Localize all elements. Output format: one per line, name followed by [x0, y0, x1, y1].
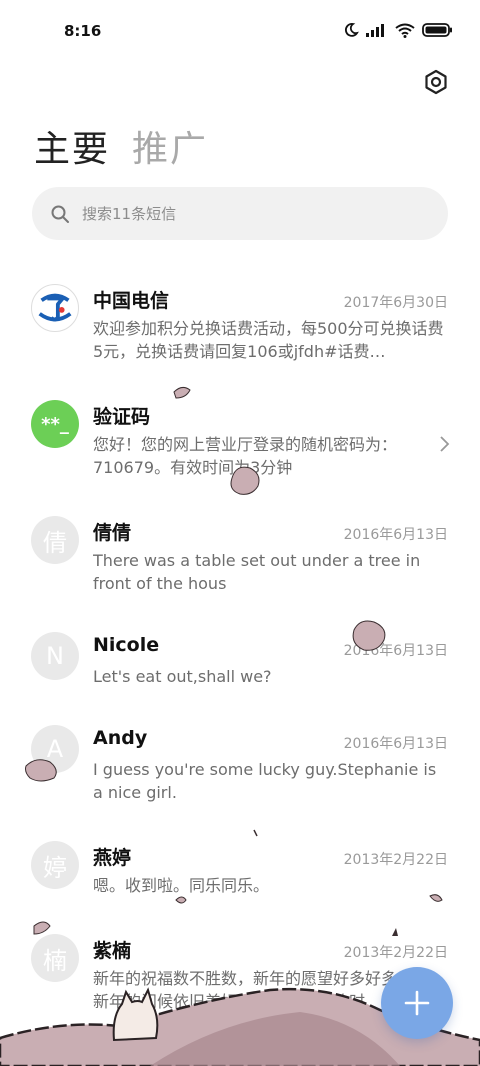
telecom-logo-avatar	[31, 284, 79, 332]
message-preview: Let's eat out,shall we?	[93, 667, 272, 686]
contact-name: 倩倩	[93, 522, 132, 544]
message-date: 2016年6月13日	[343, 736, 448, 752]
message-date: 2013年2月22日	[343, 852, 448, 868]
search-icon	[51, 205, 69, 223]
compose-button[interactable]	[381, 967, 453, 1039]
tab-promotions[interactable]: 推广	[132, 120, 208, 172]
plus-icon	[404, 990, 430, 1016]
contact-name: 中国电信	[93, 290, 170, 312]
avatar: A	[31, 725, 79, 773]
avatar: 楠	[31, 934, 79, 982]
search-input[interactable]: 搜索11条短信	[32, 187, 448, 240]
moon-icon	[344, 23, 359, 37]
tab-main[interactable]: 主要	[34, 120, 110, 172]
message-date: 2013年2月22日	[343, 945, 448, 961]
contact-name: 子玲	[93, 1052, 131, 1066]
conversation-row[interactable]: 倩 倩倩 2016年6月13日 There was a table set ou…	[0, 502, 480, 618]
conversation-row[interactable]: A Andy 2016年6月13日 I guess you're some lu…	[0, 711, 480, 827]
status-bar: 8:16	[0, 0, 480, 62]
battery-icon	[422, 23, 452, 37]
conversation-row[interactable]: **_ 验证码 您好！您的网上营业厅登录的随机密码为：710679。有效时间为3…	[0, 386, 480, 502]
message-date: 2016年6月13日	[343, 527, 448, 543]
tab-bar: 主要 推广	[34, 120, 208, 172]
message-date: 2013年2月22日	[344, 1058, 448, 1066]
gear-icon	[425, 69, 447, 95]
verification-avatar: **_	[31, 400, 79, 448]
message-preview: I guess you're some lucky guy.Stephanie …	[93, 760, 437, 802]
signal-icon	[366, 24, 384, 37]
message-preview: 嗯。收到啦。同乐同乐。	[93, 876, 270, 895]
status-icons	[343, 22, 452, 38]
avatar: 婷	[31, 841, 79, 889]
message-preview: 欢迎参加积分兑换话费活动，每500分可兑换话费5元，兑换话费请回复106或jfd…	[93, 319, 444, 361]
chevron-right-icon[interactable]	[438, 434, 450, 454]
status-time: 8:16	[64, 22, 102, 40]
message-date: 2016年6月13日	[343, 643, 448, 659]
wifi-icon	[395, 23, 415, 38]
message-preview: There was a table set out under a tree i…	[93, 551, 421, 593]
contact-name: Andy	[93, 727, 148, 749]
avatar-text: **_	[41, 413, 69, 435]
conversation-row[interactable]: 玲 子玲 2013年2月22日	[0, 1036, 480, 1066]
message-date: 2017年6月30日	[343, 295, 448, 311]
message-preview: 新年的祝福数不胜数，新年的愿望好多好多，新年的问候依旧美好，在这个温馨的时	[93, 969, 413, 1011]
contact-name: Nicole	[93, 634, 160, 656]
conversation-row[interactable]: 婷 燕婷 2013年2月22日 嗯。收到啦。同乐同乐。	[0, 827, 480, 923]
settings-button[interactable]	[420, 66, 452, 98]
telecom-logo-icon	[32, 285, 78, 331]
conversation-row[interactable]: 中国电信 2017年6月30日 欢迎参加积分兑换话费活动，每500分可兑换话费5…	[0, 270, 480, 386]
avatar: 倩	[31, 516, 79, 564]
search-placeholder: 搜索11条短信	[82, 205, 177, 223]
contact-name: 燕婷	[93, 847, 132, 869]
contact-name: 紫楠	[93, 940, 132, 962]
contact-name: 验证码	[93, 406, 151, 428]
message-preview: 您好！您的网上营业厅登录的随机密码为：710679。有效时间为3分钟	[93, 435, 398, 477]
avatar: 玲	[31, 1050, 79, 1066]
conversation-row[interactable]: N Nicole 2016年6月13日 Let's eat out,shall …	[0, 618, 480, 714]
avatar: N	[31, 632, 79, 680]
